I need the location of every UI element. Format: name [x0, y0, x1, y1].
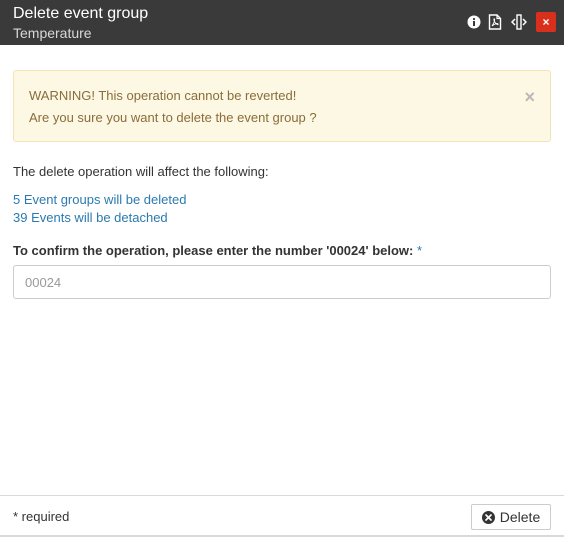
resize-icon[interactable]: [511, 13, 527, 31]
events-detached-link[interactable]: 39 Events will be detached: [13, 210, 168, 225]
close-icon: ×: [542, 15, 550, 29]
alert-close-icon[interactable]: ×: [524, 88, 535, 106]
dialog-footer: * required Delete: [0, 495, 564, 537]
warning-alert: WARNING! This operation cannot be revert…: [13, 70, 551, 142]
warning-message: WARNING! This operation cannot be revert…: [29, 88, 297, 103]
event-groups-deleted-link[interactable]: 5 Event groups will be deleted: [13, 192, 186, 207]
confirm-label-text: To confirm the operation, please enter t…: [13, 243, 414, 258]
dialog-title: Delete event group: [13, 5, 149, 22]
times-circle-icon: [481, 510, 495, 524]
events-count: 39: [13, 210, 28, 225]
event-groups-text: Event groups will be deleted: [20, 192, 187, 207]
events-text: Events will be detached: [27, 210, 168, 225]
dialog-titlebar: Delete event group Temperature ×: [0, 0, 564, 45]
close-button[interactable]: ×: [536, 12, 556, 32]
delete-event-group-dialog: Delete event group Temperature × WARNING…: [0, 0, 564, 537]
delete-button-label: Delete: [499, 509, 541, 525]
required-note: * required: [13, 509, 70, 524]
confirm-number-input[interactable]: [13, 265, 551, 299]
affect-intro-text: The delete operation will affect the fol…: [13, 164, 269, 179]
required-marker: *: [416, 243, 423, 258]
info-icon[interactable]: [466, 13, 482, 31]
dialog-subtitle: Temperature: [13, 25, 92, 41]
confirm-label: To confirm the operation, please enter t…: [13, 243, 422, 258]
confirmation-question: Are you sure you want to delete the even…: [29, 110, 317, 125]
delete-button[interactable]: Delete: [471, 504, 551, 530]
pdf-icon[interactable]: [487, 13, 503, 31]
